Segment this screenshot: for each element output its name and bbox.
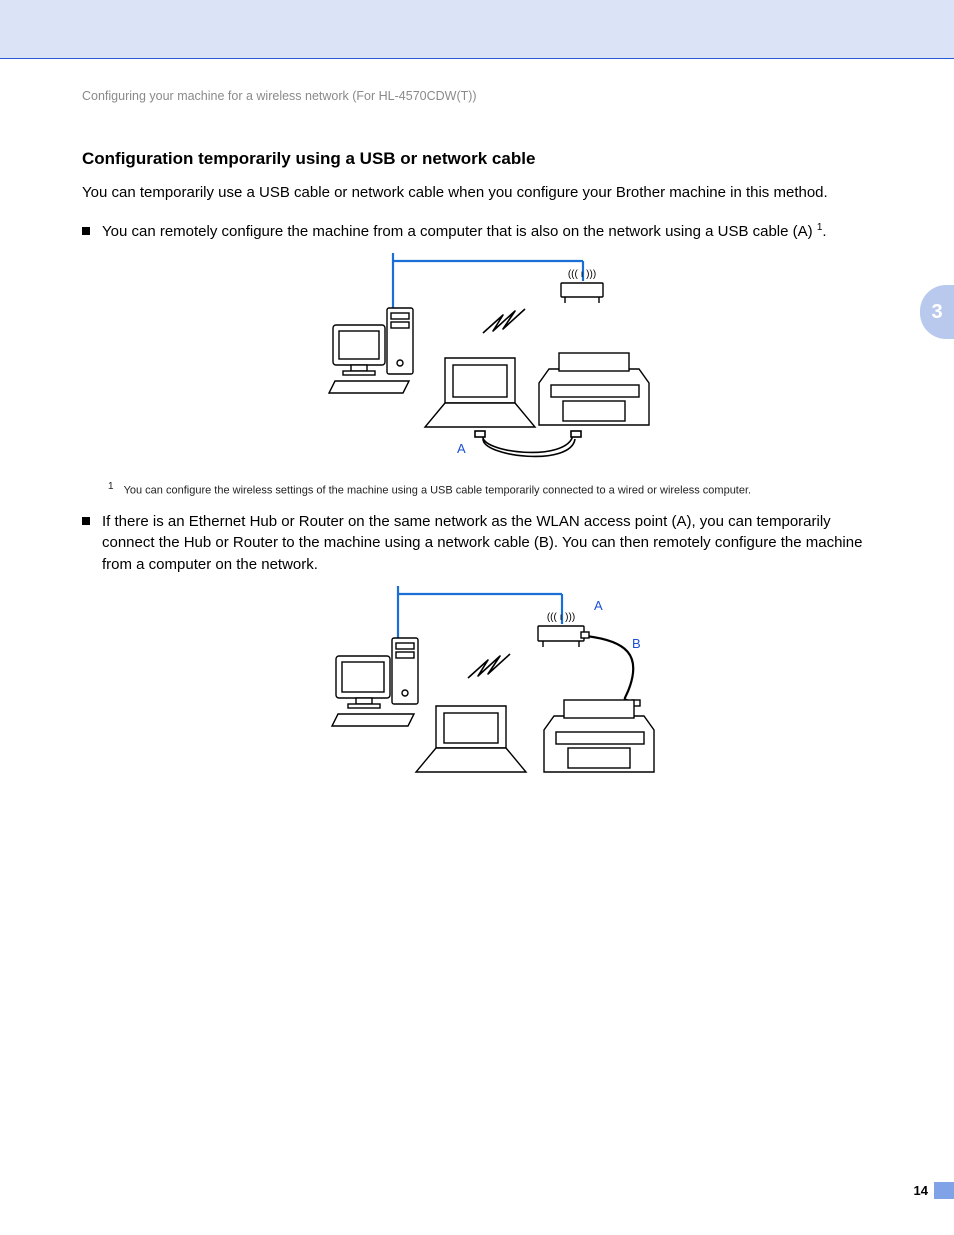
desktop-icon [332, 638, 418, 726]
printer-icon [544, 700, 654, 772]
diagram-usb: ((( ı ))) [303, 253, 663, 473]
wireless-icon [468, 654, 510, 678]
footnote-1-text: You can configure the wireless settings … [124, 485, 752, 497]
desktop-icon [329, 308, 413, 393]
svg-text:((( ı ))): ((( ı ))) [568, 269, 596, 280]
diagram-label-a: A [457, 441, 466, 456]
intro-paragraph: You can temporarily use a USB cable or n… [82, 183, 884, 203]
usb-cable-icon [475, 431, 581, 456]
edge-chip [934, 1182, 954, 1199]
router-icon: ((( ı ))) [538, 612, 584, 647]
page-number: 14 [914, 1183, 928, 1198]
bullet-usb-text-post: . [822, 223, 826, 240]
page-body: Configuring your machine for a wireless … [0, 59, 954, 1229]
diagram-label-b: B [632, 636, 641, 651]
diagram-label-a: A [594, 598, 603, 613]
svg-text:((( ı ))): ((( ı ))) [547, 612, 575, 623]
router-icon: ((( ı ))) [561, 269, 603, 303]
footnote-1-mark: 1 [108, 481, 114, 492]
section-title: Configuration temporarily using a USB or… [82, 149, 884, 169]
laptop-icon [425, 358, 535, 427]
chapter-tab: 3 [920, 285, 954, 339]
page-number-wrap: 14 [914, 1182, 954, 1199]
bullet-usb: You can remotely configure the machine f… [82, 221, 884, 243]
diagram-ethernet: ((( ı ))) [298, 586, 668, 796]
bullet-ethernet: If there is an Ethernet Hub or Router on… [82, 511, 884, 576]
footnote-1: 1 You can configure the wireless settings… [108, 481, 884, 497]
laptop-icon [416, 706, 526, 772]
bullet-usb-text-pre: You can remotely configure the machine f… [102, 223, 817, 240]
breadcrumb: Configuring your machine for a wireless … [82, 89, 884, 103]
header-band [0, 0, 954, 59]
wireless-icon [483, 309, 525, 333]
printer-icon [539, 353, 649, 425]
